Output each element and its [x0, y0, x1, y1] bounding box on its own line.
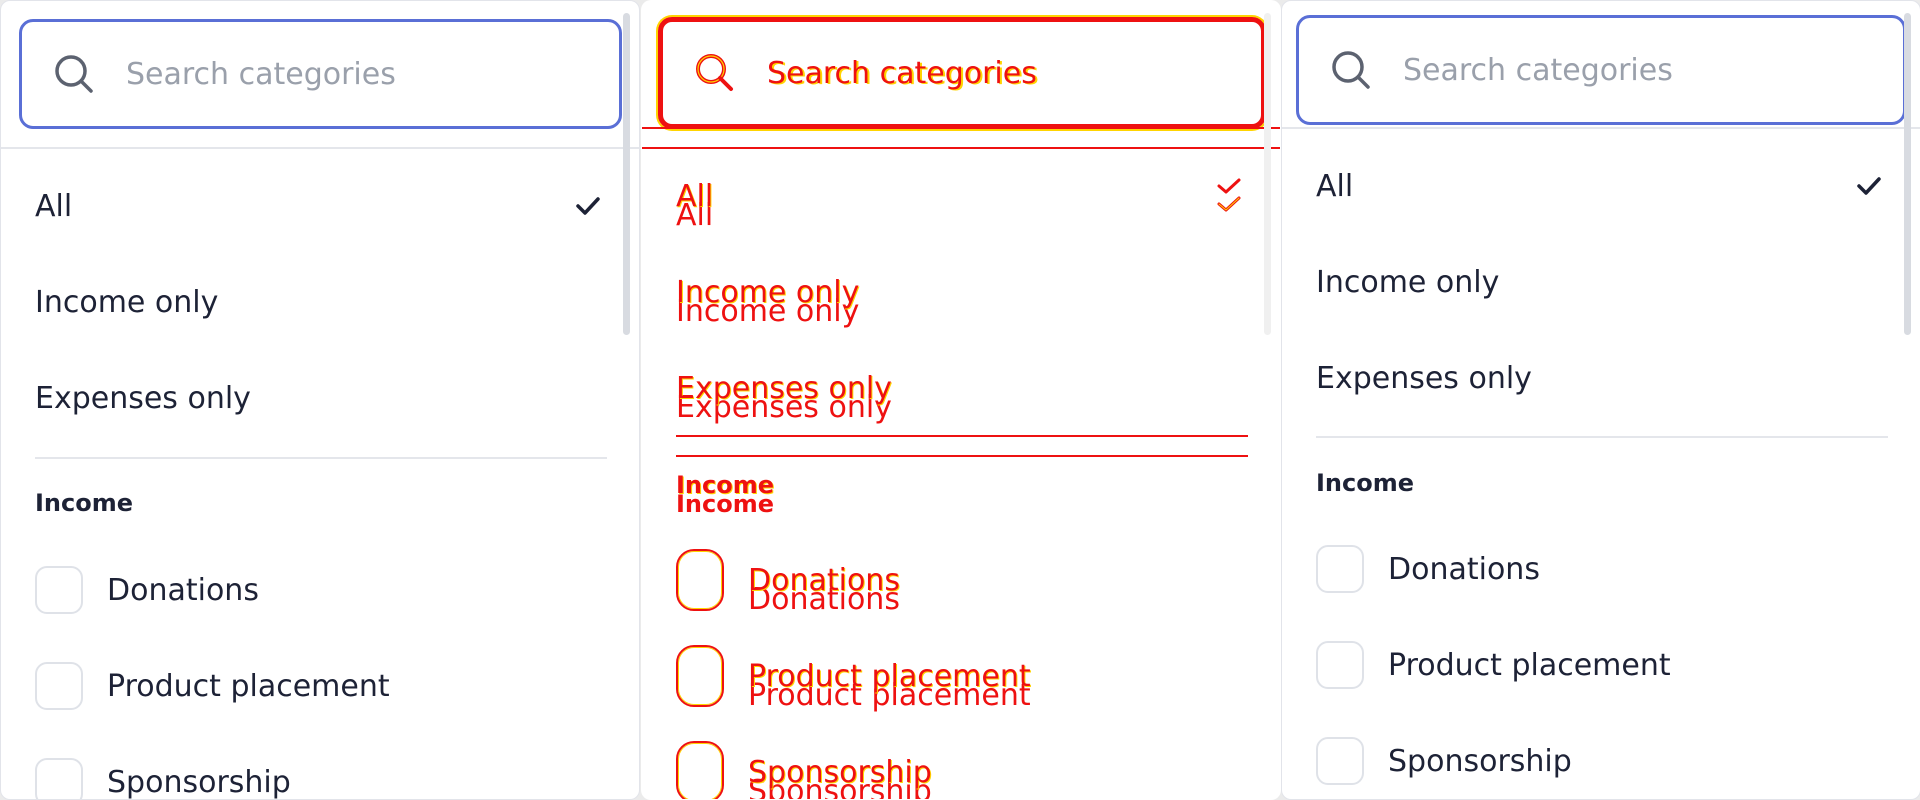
option-all[interactable]: All	[35, 171, 607, 241]
category-donations[interactable]: Donations	[35, 565, 259, 615]
scrollbar[interactable]	[1264, 13, 1271, 335]
option-all[interactable]: All	[676, 161, 1248, 231]
category-label: Product placement	[1388, 647, 1671, 683]
category-label: Sponsorship	[1388, 743, 1572, 779]
checkbox[interactable]	[1316, 545, 1364, 593]
option-label: Expenses only	[35, 380, 251, 416]
section-divider	[1316, 436, 1888, 438]
category-sponsorship[interactable]: Sponsorship	[35, 757, 291, 800]
search-icon	[1332, 51, 1370, 89]
option-income-only[interactable]: Income only	[35, 267, 607, 337]
category-label: Sponsorship	[107, 764, 291, 800]
category-sponsorship[interactable]: Sponsorship	[676, 741, 932, 799]
section-title-income: Income	[35, 489, 134, 517]
search-field[interactable]	[1296, 15, 1906, 125]
category-filter-panel-left: All Income only Expenses only Income Don…	[0, 0, 640, 800]
option-label: Income only	[35, 284, 219, 320]
search-input[interactable]	[767, 55, 1247, 91]
option-label: Expenses only	[1316, 360, 1532, 396]
option-label: All	[676, 178, 714, 214]
category-label: Donations	[1388, 551, 1540, 587]
section-divider	[676, 435, 1248, 457]
header-divider	[1, 147, 639, 149]
option-expenses-only[interactable]: Expenses only	[35, 363, 607, 433]
category-label: Donations	[748, 562, 900, 598]
header-divider	[642, 127, 1280, 149]
category-label: Sponsorship	[748, 754, 932, 790]
option-label: Income only	[1316, 264, 1500, 300]
section-title-income: Income	[676, 471, 775, 499]
category-donations[interactable]: Donations	[676, 549, 900, 611]
scrollbar[interactable]	[623, 13, 630, 335]
category-label: Product placement	[748, 658, 1031, 694]
category-filter-panel-right: All Income only Expenses only Income Don…	[1281, 0, 1920, 800]
option-income-only[interactable]: Income only	[1316, 247, 1888, 317]
option-all[interactable]: All	[1316, 151, 1888, 221]
category-sponsorship[interactable]: Sponsorship	[1316, 736, 1572, 786]
category-filter-panel-middle: All Income only Expenses only Income Don…	[641, 0, 1281, 800]
category-product-placement[interactable]: Product placement	[35, 661, 390, 711]
search-icon	[696, 54, 733, 91]
checkbox[interactable]	[1316, 737, 1364, 785]
option-expenses-only[interactable]: Expenses only	[676, 353, 1248, 423]
search-input[interactable]	[1403, 52, 1883, 88]
search-icon	[55, 55, 93, 93]
section-title-income: Income	[1316, 469, 1415, 497]
checkmark-icon	[576, 197, 600, 215]
category-product-placement[interactable]: Product placement	[1316, 640, 1671, 690]
scrollbar[interactable]	[1904, 13, 1911, 335]
category-label: Product placement	[107, 668, 390, 704]
option-label: Expenses only	[676, 370, 892, 406]
category-product-placement[interactable]: Product placement	[676, 645, 1031, 707]
option-expenses-only[interactable]: Expenses only	[1316, 343, 1888, 413]
checkbox[interactable]	[35, 758, 83, 799]
section-divider	[35, 457, 607, 459]
search-input[interactable]	[126, 56, 606, 92]
checkbox[interactable]	[676, 741, 724, 799]
search-field[interactable]	[658, 17, 1266, 129]
checkbox[interactable]	[1316, 641, 1364, 689]
checkbox[interactable]	[35, 662, 83, 710]
header-divider	[1282, 127, 1920, 129]
checkbox[interactable]	[676, 549, 724, 611]
search-field[interactable]	[19, 19, 622, 129]
checkmark-icon	[1857, 177, 1881, 195]
option-label: Income only	[676, 274, 860, 310]
option-income-only[interactable]: Income only	[676, 257, 1248, 327]
category-label: Donations	[107, 572, 259, 608]
checkmark-icon	[1217, 178, 1241, 212]
option-label: All	[1316, 168, 1354, 204]
checkbox[interactable]	[35, 566, 83, 614]
category-donations[interactable]: Donations	[1316, 544, 1540, 594]
option-label: All	[35, 188, 73, 224]
checkbox[interactable]	[676, 645, 724, 707]
